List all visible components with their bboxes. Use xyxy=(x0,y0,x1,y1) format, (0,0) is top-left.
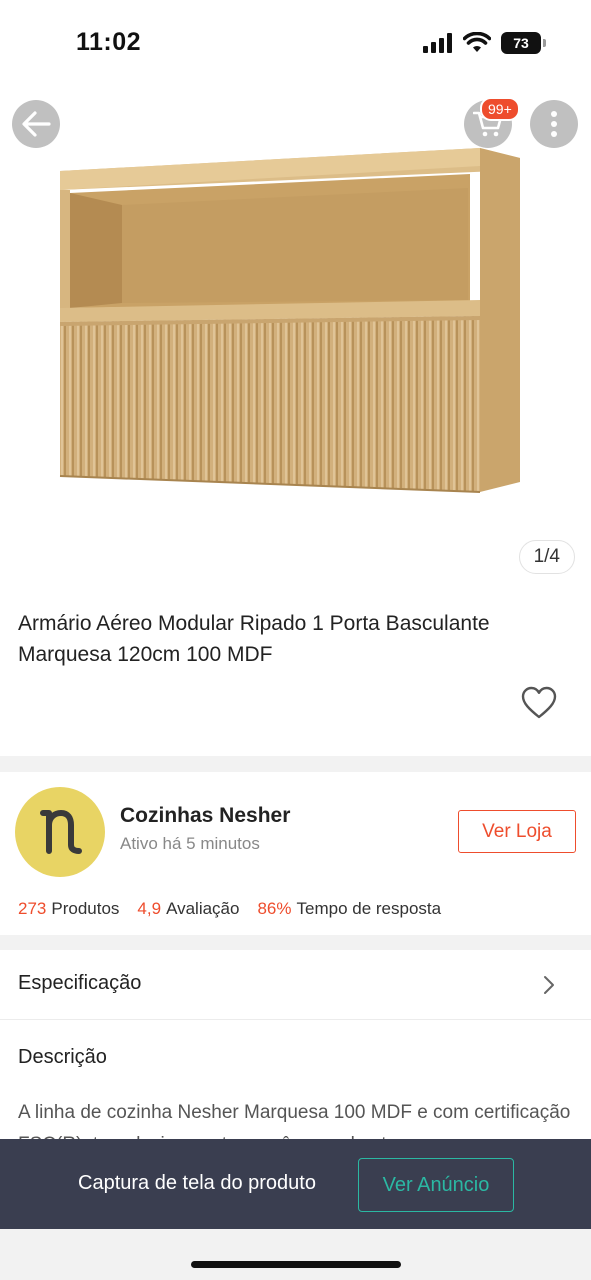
stat-response-label: Tempo de resposta xyxy=(296,899,442,918)
section-divider xyxy=(0,935,591,950)
stat-products: 273 Produtos xyxy=(18,899,119,919)
chevron-right-icon xyxy=(544,976,554,994)
cart-badge: 99+ xyxy=(480,97,520,121)
screenshot-banner: Captura de tela do produto Ver Anúncio xyxy=(0,1139,591,1229)
more-vertical-icon xyxy=(551,111,557,137)
stat-products-value: 273 xyxy=(18,899,47,918)
visit-store-button[interactable]: Ver Loja xyxy=(458,810,576,853)
stat-products-label: Produtos xyxy=(51,899,120,918)
stat-rating-value: 4,9 xyxy=(137,899,162,918)
back-arrow-icon xyxy=(22,111,51,137)
view-ad-button[interactable]: Ver Anúncio xyxy=(358,1158,514,1212)
heart-outline-icon[interactable] xyxy=(521,686,557,720)
product-image-gallery[interactable]: 99+ 1/4 xyxy=(0,90,591,590)
section-divider xyxy=(0,756,591,772)
battery-level: 73 xyxy=(513,35,529,51)
store-stats: 273 Produtos 4,9 Avaliação 86% Tempo de res… xyxy=(18,899,441,919)
product-title-section: Armário Aéreo Modular Ripado 1 Porta Bas… xyxy=(0,590,591,756)
battery-icon: 73 xyxy=(501,32,546,54)
status-bar: 11:02 73 xyxy=(0,0,591,90)
stat-response-time: 86% Tempo de resposta xyxy=(257,899,441,919)
home-indicator-area xyxy=(0,1229,591,1280)
store-name[interactable]: Cozinhas Nesher xyxy=(120,804,290,828)
store-card: Cozinhas Nesher Ativo há 5 minutos Ver L… xyxy=(0,772,591,935)
store-avatar[interactable] xyxy=(15,787,105,877)
stat-rating-label: Avaliação xyxy=(166,899,240,918)
cellular-signal-icon xyxy=(423,33,452,53)
screenshot-banner-text: Captura de tela do produto xyxy=(78,1172,316,1194)
status-time: 11:02 xyxy=(76,28,142,56)
store-active-status: Ativo há 5 minutos xyxy=(120,834,260,853)
product-image xyxy=(59,148,520,493)
description-heading: Descrição xyxy=(18,1046,107,1068)
more-options-button[interactable] xyxy=(530,100,578,148)
specification-row[interactable]: Especificação xyxy=(0,950,591,1020)
wifi-icon xyxy=(463,32,491,52)
home-indicator[interactable] xyxy=(191,1261,401,1268)
product-title: Armário Aéreo Modular Ripado 1 Porta Bas… xyxy=(18,612,490,666)
image-page-counter: 1/4 xyxy=(518,540,575,574)
back-button[interactable] xyxy=(12,100,60,148)
stat-rating: 4,9 Avaliação xyxy=(137,899,239,919)
store-logo-icon xyxy=(40,810,82,854)
specification-label: Especificação xyxy=(18,972,142,994)
status-icons: 73 xyxy=(423,32,546,54)
stat-response-value: 86% xyxy=(257,899,292,918)
